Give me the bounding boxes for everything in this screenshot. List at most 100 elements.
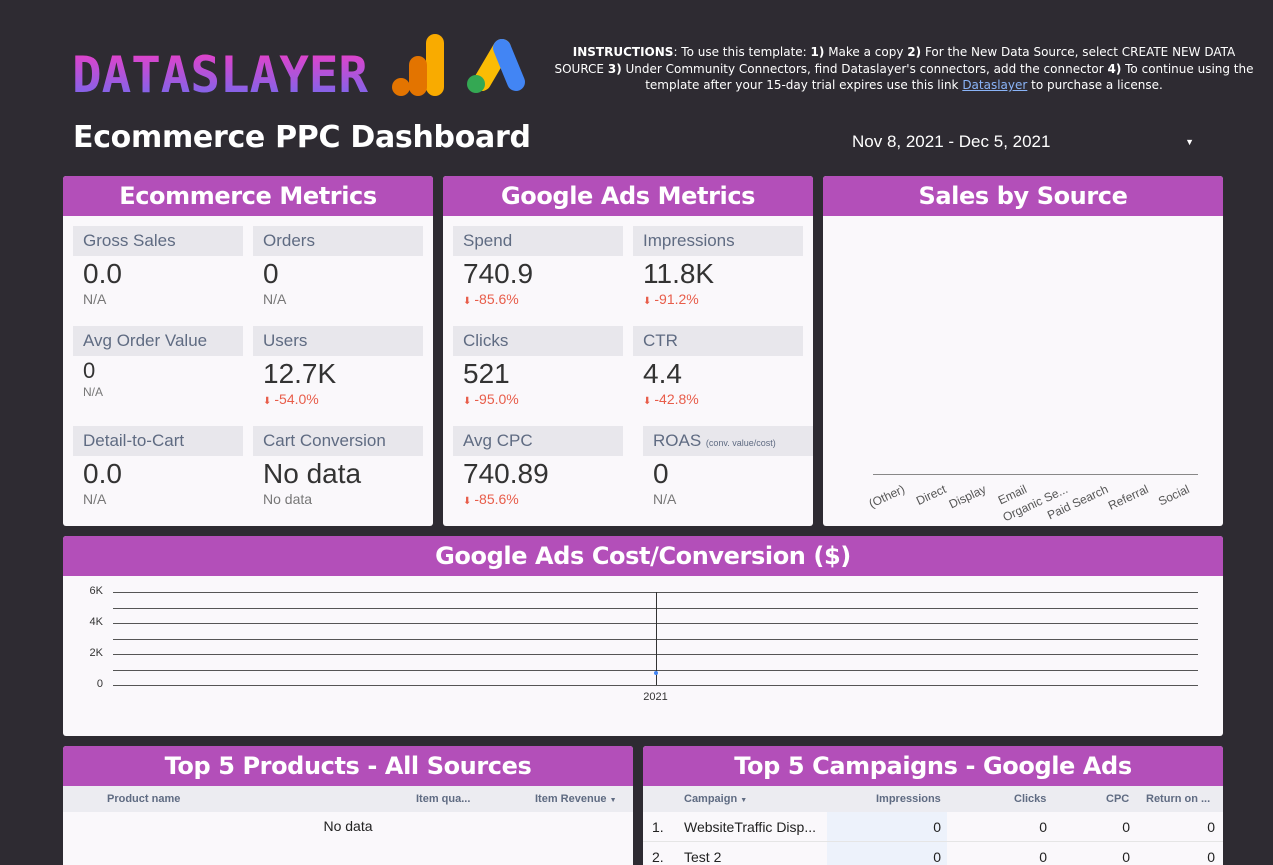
metric-value: 740.9 (463, 258, 534, 289)
metric-orders: Orders 0 N/A (253, 226, 423, 322)
sort-desc-icon: ▼ (609, 797, 617, 804)
metric-impressions: Impressions 11.8K ⬇ -91.2% (633, 226, 803, 322)
arrow-down-icon: ⬇ (463, 496, 472, 507)
metric-value: 4.4 (643, 358, 682, 389)
metric-value: 0 (653, 458, 669, 489)
campaign-name: WebsiteTraffic Disp... (684, 819, 817, 835)
cost-conversion-card: Google Ads Cost/Conversion ($) 6K 4K 2K 0 20… (63, 536, 1223, 736)
metric-comparison: N/A (263, 291, 287, 307)
metric-value: 521 (463, 358, 510, 389)
metric-users: Users 12.7K ⬇ -54.0% (253, 326, 423, 422)
card-title: Top 5 Campaigns - Google Ads (643, 746, 1223, 786)
x-tick-label: 2021 (643, 691, 668, 703)
metric-label: Avg Order Value (73, 326, 243, 356)
clicks-value: 0 (1039, 819, 1047, 835)
metric-avg-order-value: Avg Order Value 0 N/A (73, 326, 243, 422)
data-point[interactable] (654, 671, 658, 675)
metric-label: Detail-to-Cart (73, 426, 243, 456)
metric-label: Gross Sales (73, 226, 243, 256)
arrow-down-icon: ⬇ (263, 396, 272, 407)
table-row[interactable]: 1. WebsiteTraffic Disp... 0 0 0 0 (643, 812, 1223, 842)
x-tick-label: Social (1156, 482, 1192, 509)
metric-value: 0.0 (83, 258, 122, 289)
metric-value: 12.7K (263, 358, 337, 389)
metric-label: Orders (253, 226, 423, 256)
metric-cart-conversion: Cart Conversion No data No data (253, 426, 423, 522)
metric-value: 0 (263, 258, 279, 289)
ecommerce-metrics-card: Ecommerce Metrics Gross Sales 0.0 N/A Or… (63, 176, 433, 526)
clicks-value: 0 (1039, 849, 1047, 865)
metric-comparison: No data (263, 491, 313, 507)
x-tick-label: (Other) (866, 482, 908, 511)
column-header-product-name[interactable]: Product name (107, 793, 180, 805)
column-header-item-revenue[interactable]: Item Revenue ▼ (535, 793, 617, 805)
y-tick-label: 2K (89, 647, 103, 659)
column-header-impressions[interactable]: Impressions (876, 793, 941, 805)
metric-delta: ⬇ -91.2% (643, 291, 699, 307)
top-campaigns-card: Top 5 Campaigns - Google Ads Campaign ▼ … (643, 746, 1223, 865)
page-title: Ecommerce PPC Dashboard (73, 120, 531, 155)
x-axis-line (873, 474, 1198, 475)
metric-delta: ⬇ -54.0% (263, 391, 319, 407)
empty-state-text: No data (323, 818, 373, 834)
dataslayer-link[interactable]: Dataslayer (962, 78, 1027, 92)
x-tick-label: Direct (913, 482, 948, 508)
metric-delta: ⬇ -95.0% (463, 391, 519, 407)
google-ads-icon (467, 39, 525, 93)
row-number: 2. (652, 849, 664, 865)
metric-label: Impressions (633, 226, 803, 256)
cpc-value: 0 (1122, 849, 1130, 865)
metric-detail-to-cart: Detail-to-Cart 0.0 N/A (73, 426, 243, 522)
cpc-value: 0 (1122, 819, 1130, 835)
metric-label: Avg CPC (453, 426, 623, 456)
date-range-picker[interactable]: Nov 8, 2021 - Dec 5, 2021 ▼ (852, 132, 1202, 158)
table-row[interactable]: 2. Test 2 0 0 0 0 (643, 842, 1223, 865)
arrow-down-icon: ⬇ (463, 396, 472, 407)
sort-desc-icon: ▼ (740, 797, 748, 804)
svg-text:DATASLAYER: DATASLAYER (72, 46, 368, 98)
arrow-down-icon: ⬇ (643, 396, 652, 407)
roas-value: 0 (1207, 849, 1215, 865)
card-title: Ecommerce Metrics (63, 176, 433, 216)
sales-by-source-card: Sales by Source (Other) Direct Display Emai… (823, 176, 1223, 526)
metric-comparison: N/A (653, 491, 677, 507)
metric-value: No data (263, 458, 362, 489)
metric-delta: ⬇ -85.6% (463, 291, 519, 307)
table-header: Product name Item qua... Item Revenue ▼ (63, 786, 633, 812)
instructions-text: INSTRUCTIONS: To use this template: 1) M… (554, 45, 1254, 92)
column-header-cpc[interactable]: CPC (1106, 793, 1129, 805)
metric-label: Cart Conversion (253, 426, 423, 456)
card-title: Google Ads Metrics (443, 176, 813, 216)
metric-comparison: N/A (83, 291, 107, 307)
y-tick-label: 4K (89, 616, 103, 628)
roas-value: 0 (1207, 819, 1215, 835)
metric-roas: ROAS (conv. value/cost) 0 N/A (643, 426, 813, 522)
google-ads-metrics-card: Google Ads Metrics Spend 740.9 ⬇ -85.6% I… (443, 176, 813, 526)
date-range-label: Nov 8, 2021 - Dec 5, 2021 (852, 132, 1051, 151)
metric-label: Spend (453, 226, 623, 256)
x-tick-label: Referral (1106, 482, 1151, 513)
y-tick-label: 0 (96, 678, 103, 690)
caret-down-icon: ▼ (1185, 137, 1194, 147)
arrow-down-icon: ⬇ (463, 296, 472, 307)
metric-ctr: CTR 4.4 ⬇ -42.8% (633, 326, 803, 422)
metric-value: 0.0 (83, 458, 122, 489)
column-header-item-quantity[interactable]: Item qua... (416, 793, 470, 805)
top-products-card: Top 5 Products - All Sources Product nam… (63, 746, 633, 865)
x-tick-label: Display (946, 482, 989, 512)
campaign-name: Test 2 (684, 849, 722, 865)
column-header-campaign[interactable]: Campaign ▼ (684, 793, 747, 805)
card-title: Top 5 Products - All Sources (63, 746, 633, 786)
metric-comparison: N/A (83, 491, 107, 507)
column-header-return-on[interactable]: Return on ... (1146, 793, 1210, 805)
google-analytics-icon (392, 34, 444, 96)
metric-avg-cpc: Avg CPC 740.89 ⬇ -85.6% (453, 426, 623, 522)
metric-delta: ⬇ -42.8% (643, 391, 699, 407)
column-header-clicks[interactable]: Clicks (1014, 793, 1046, 805)
metric-label: Clicks (453, 326, 623, 356)
metric-comparison: N/A (83, 385, 104, 399)
row-number: 1. (652, 819, 664, 835)
metric-label: Users (253, 326, 423, 356)
dataslayer-logo: DATASLAYER (72, 46, 368, 98)
metric-value: 0 (83, 358, 96, 383)
